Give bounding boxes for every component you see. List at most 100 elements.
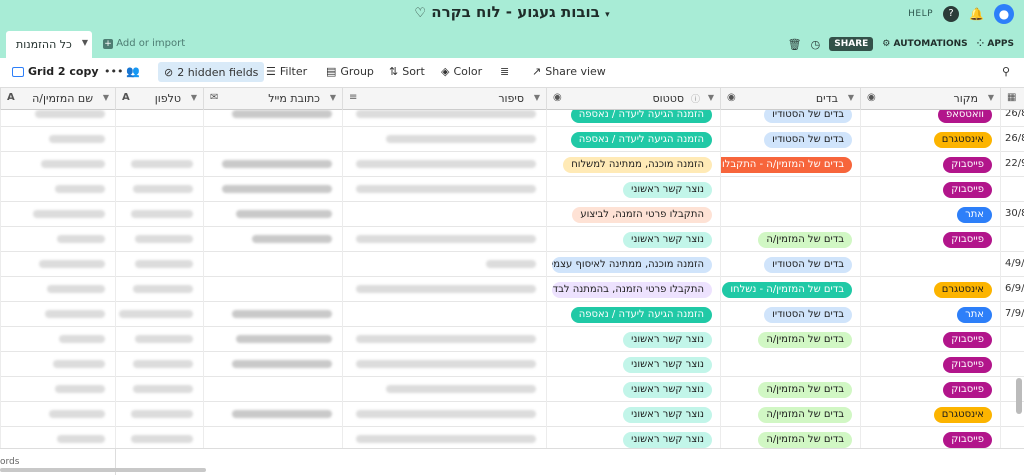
cell-status[interactable]: הזמנה מוכנה, ממתינה לאיסוף עצמי xyxy=(546,252,720,277)
cell-status[interactable]: הזמנה מוכנה, ממתינה למשלוח xyxy=(546,152,720,177)
tab-all-orders[interactable]: כל ההזמנות ▼ xyxy=(6,31,92,58)
cell-phone[interactable] xyxy=(115,127,203,152)
table-row[interactable]: נוצר קשר ראשוני בדים של המזמין/ה פייסבוק xyxy=(0,427,1024,448)
cell-phone[interactable] xyxy=(115,277,203,302)
cell-source[interactable]: אינסטגרם xyxy=(860,127,1000,152)
cell-date[interactable]: 22/9 xyxy=(1000,152,1024,177)
automations-button[interactable]: ⚙ AUTOMATIONS xyxy=(882,39,967,49)
cell-fabric[interactable] xyxy=(720,202,860,227)
table-row[interactable]: הזמנה הגיעה ליעדה / נאספה בדים של הסטודיו… xyxy=(0,127,1024,152)
cell-name[interactable] xyxy=(0,252,115,277)
table-row[interactable]: נוצר קשר ראשוני בדים של המזמין/ה אינסטגרם xyxy=(0,402,1024,427)
cell-story[interactable] xyxy=(342,110,546,127)
cell-date[interactable] xyxy=(1000,352,1024,377)
cell-source[interactable]: פייסבוק xyxy=(860,377,1000,402)
avatar[interactable]: ● xyxy=(994,4,1014,24)
cell-fabric[interactable]: בדים של הסטודיו xyxy=(720,252,860,277)
cell-story[interactable] xyxy=(342,177,546,202)
base-title[interactable]: ♡ בובות געגוע - לוח בקרה ▾ xyxy=(0,3,1024,21)
cell-email[interactable] xyxy=(203,427,342,448)
cell-fabric[interactable] xyxy=(720,177,860,202)
view-switcher[interactable]: Grid 2 copy xyxy=(12,65,99,78)
cell-phone[interactable] xyxy=(115,152,203,177)
group-button[interactable]: ▤ Group xyxy=(326,65,374,78)
cell-status[interactable]: התקבלו פרטי הזמנה, בהמתנה לבדים xyxy=(546,277,720,302)
table-row[interactable]: הזמנה הגיעה ליעדה / נאספה בדים של הסטודיו… xyxy=(0,110,1024,127)
row-height-icon[interactable]: ≣ xyxy=(500,65,509,78)
column-header-email[interactable]: ✉ כתובת מייל ▼ xyxy=(203,88,342,110)
cell-fabric[interactable]: בדים של המזמין/ה xyxy=(720,227,860,252)
chevron-down-icon[interactable]: ▼ xyxy=(330,93,336,102)
cell-story[interactable] xyxy=(342,327,546,352)
chevron-down-icon[interactable]: ▼ xyxy=(848,93,854,102)
cell-date[interactable] xyxy=(1000,427,1024,448)
cell-name[interactable] xyxy=(0,302,115,327)
cell-email[interactable] xyxy=(203,352,342,377)
table-row[interactable]: הזמנה מוכנה, ממתינה למשלוח בדים של המזמין… xyxy=(0,152,1024,177)
cell-email[interactable] xyxy=(203,152,342,177)
cell-source[interactable]: אינסטגרם xyxy=(860,402,1000,427)
help-icon[interactable]: ? xyxy=(943,6,960,22)
column-header-status[interactable]: ◉ סטטוס ⓘ ▼ xyxy=(546,88,720,110)
cell-phone[interactable] xyxy=(115,327,203,352)
cell-fabric[interactable]: בדים של המזמין/ה - נשלחו xyxy=(720,277,860,302)
cell-fabric[interactable]: בדים של המזמין/ה xyxy=(720,327,860,352)
column-header-date[interactable]: ▦ xyxy=(1000,88,1024,110)
table-row[interactable]: הזמנה מוכנה, ממתינה לאיסוף עצמי בדים של ה… xyxy=(0,252,1024,277)
cell-source[interactable] xyxy=(860,252,1000,277)
cell-phone[interactable] xyxy=(115,227,203,252)
cell-date[interactable] xyxy=(1000,177,1024,202)
cell-name[interactable] xyxy=(0,177,115,202)
cell-status[interactable]: נוצר קשר ראשוני xyxy=(546,402,720,427)
cell-phone[interactable] xyxy=(115,427,203,448)
cell-fabric[interactable] xyxy=(720,352,860,377)
cell-status[interactable]: הזמנה הגיעה ליעדה / נאספה xyxy=(546,110,720,127)
cell-source[interactable]: פייסבוק xyxy=(860,152,1000,177)
cell-status[interactable]: נוצר קשר ראשוני xyxy=(546,427,720,448)
column-header-fabric[interactable]: ◉ בדים ▼ xyxy=(720,88,860,110)
cell-date[interactable]: 26/8 xyxy=(1000,127,1024,152)
cell-fabric[interactable]: בדים של המזמין/ה xyxy=(720,377,860,402)
cell-story[interactable] xyxy=(342,302,546,327)
cell-name[interactable] xyxy=(0,127,115,152)
cell-email[interactable] xyxy=(203,227,342,252)
more-icon[interactable]: ••• xyxy=(104,65,123,78)
bell-icon[interactable]: 🔔 xyxy=(969,7,984,21)
cell-source[interactable]: פייסבוק xyxy=(860,427,1000,448)
cell-date[interactable]: 7/9/ xyxy=(1000,302,1024,327)
hidden-fields-button[interactable]: ⊘ 2 hidden fields xyxy=(158,62,265,82)
cell-fabric[interactable]: בדים של הסטודיו xyxy=(720,127,860,152)
color-button[interactable]: ◈ Color xyxy=(441,65,482,78)
cell-email[interactable] xyxy=(203,402,342,427)
help-label[interactable]: HELP xyxy=(908,9,933,19)
table-row[interactable]: נוצר קשר ראשוני בדים של המזמין/ה פייסבוק xyxy=(0,227,1024,252)
cell-story[interactable] xyxy=(342,152,546,177)
cell-story[interactable] xyxy=(342,377,546,402)
add-import-button[interactable]: + Add or import xyxy=(103,38,185,49)
cell-email[interactable] xyxy=(203,277,342,302)
chevron-down-icon[interactable]: ▼ xyxy=(103,93,109,102)
chevron-down-icon[interactable]: ▼ xyxy=(708,93,714,102)
cell-source[interactable]: פייסבוק xyxy=(860,352,1000,377)
share-view-button[interactable]: ↗ Share view xyxy=(532,65,606,78)
apps-button[interactable]: ⁘ APPS xyxy=(977,39,1014,49)
cell-phone[interactable] xyxy=(115,377,203,402)
cell-source[interactable]: אתר xyxy=(860,302,1000,327)
history-icon[interactable]: ◷ xyxy=(811,38,821,51)
cell-date[interactable]: 4/9/ xyxy=(1000,252,1024,277)
cell-name[interactable] xyxy=(0,227,115,252)
cell-date[interactable]: 30/8 xyxy=(1000,202,1024,227)
cell-status[interactable]: הזמנה הגיעה ליעדה / נאספה xyxy=(546,302,720,327)
cell-status[interactable]: נוצר קשר ראשוני xyxy=(546,377,720,402)
cell-story[interactable] xyxy=(342,227,546,252)
cell-source[interactable]: פייסבוק xyxy=(860,227,1000,252)
cell-name[interactable] xyxy=(0,152,115,177)
collaborators-icon[interactable]: 👥 xyxy=(126,65,140,78)
cell-status[interactable]: התקבלו פרטי הזמנה, לביצוע xyxy=(546,202,720,227)
cell-status[interactable]: נוצר קשר ראשוני xyxy=(546,352,720,377)
column-header-phone[interactable]: A טלפון ▼ xyxy=(115,88,203,110)
cell-source[interactable]: פייסבוק xyxy=(860,177,1000,202)
cell-email[interactable] xyxy=(203,110,342,127)
cell-source[interactable]: פייסבוק xyxy=(860,327,1000,352)
column-header-story[interactable]: ≡ סיפור ▼ xyxy=(342,88,546,110)
